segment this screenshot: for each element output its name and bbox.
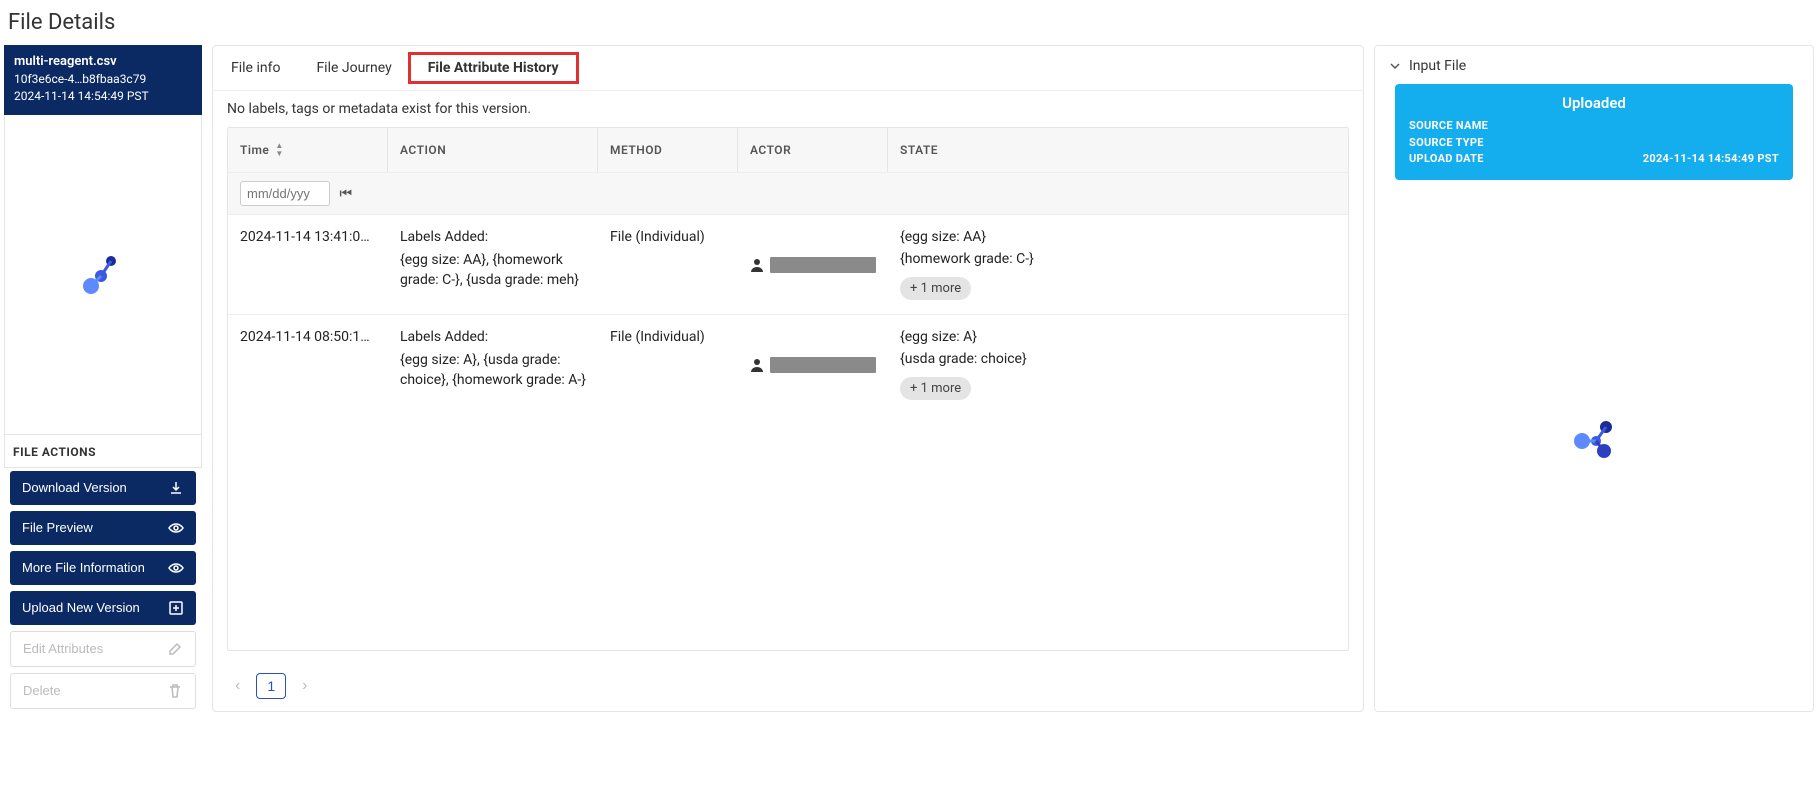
sidebar: multi-reagent.csv 10f3e6ce-4…b8fbaa3c79 … [4,45,202,712]
app-logo-icon [75,246,131,302]
actor-redacted [770,357,876,373]
cell-time: 2024-11-14 13:41:0… [228,229,388,300]
time-filter-input[interactable] [240,181,330,206]
chevron-down-icon [1389,60,1401,72]
main-panel: File info File Journey File Attribute Hi… [212,45,1364,712]
edit-icon [167,641,183,657]
right-logo-area [1389,180,1799,699]
more-states-pill[interactable]: + 1 more [900,377,971,400]
file-actions-header: FILE ACTIONS [4,435,202,468]
file-name: multi-reagent.csv [14,53,192,71]
app-logo-icon [1566,411,1622,467]
upload-new-version-button[interactable]: Upload New Version [10,591,196,625]
edit-attributes-button: Edit Attributes [10,631,196,667]
cell-method: File (Individual) [598,329,738,400]
eye-icon [168,520,184,536]
chevron-left-icon: ‹ [235,677,240,694]
cell-state: {egg size: AA} {homework grade: C-} + 1 … [888,229,1348,300]
eye-icon [168,560,184,576]
no-metadata-notice: No labels, tags or metadata exist for th… [213,91,1363,127]
prev-page-button[interactable]: ‹ [227,673,248,699]
person-icon [750,358,764,372]
sort-icon: ▲▼ [275,142,283,158]
tab-file-info[interactable]: File info [213,46,298,90]
more-file-information-button[interactable]: More File Information [10,551,196,585]
table-row: 2024-11-14 13:41:0… Labels Added: {egg s… [228,214,1348,314]
person-icon [750,258,764,272]
source-type-label: SOURCE TYPE [1409,135,1484,152]
clear-filter-button[interactable]: ⏮ [333,185,358,202]
chevron-right-icon: › [302,677,307,694]
upload-date-label: UPLOAD DATE [1409,151,1484,168]
tabs: File info File Journey File Attribute Hi… [213,46,1363,91]
more-states-pill[interactable]: + 1 more [900,277,971,300]
uploaded-title: Uploaded [1409,94,1779,112]
upload-date-value: 2024-11-14 14:54:49 PST [1643,151,1779,168]
uploaded-card: Uploaded SOURCE NAME SOURCE TYPE UPLOAD … [1395,84,1793,180]
tab-file-journey[interactable]: File Journey [298,46,409,90]
plus-square-icon [168,600,184,616]
pagination: ‹ 1 › [213,661,1363,711]
page-number-button[interactable]: 1 [256,673,286,699]
cell-method: File (Individual) [598,229,738,300]
cell-time: 2024-11-14 08:50:1… [228,329,388,400]
trash-icon [167,683,183,699]
history-table: Time ▲▼ ACTION METHOD ACTOR STATE ⏮ 202 [227,127,1349,651]
column-header-action[interactable]: ACTION [388,128,598,172]
file-timestamp: 2024-11-14 14:54:49 PST [14,88,192,105]
column-header-actor[interactable]: ACTOR [738,128,888,172]
cell-actor [738,329,888,400]
table-row: 2024-11-14 08:50:1… Labels Added: {egg s… [228,314,1348,414]
cell-actor [738,229,888,300]
cell-state: {egg size: A} {usda grade: choice} + 1 m… [888,329,1348,400]
file-preview-button[interactable]: File Preview [10,511,196,545]
next-page-button[interactable]: › [294,673,315,699]
download-version-button[interactable]: Download Version [10,471,196,505]
actor-redacted [770,257,876,273]
cell-action: Labels Added: {egg size: A}, {usda grade… [388,329,598,400]
logo-area [4,115,202,435]
right-panel: Input File Uploaded SOURCE NAME SOURCE T… [1374,45,1814,712]
tab-file-attribute-history[interactable]: File Attribute History [410,46,577,90]
download-icon [168,480,184,496]
column-header-time[interactable]: Time ▲▼ [228,128,388,172]
column-header-method[interactable]: METHOD [598,128,738,172]
page-title: File Details [0,0,1818,45]
column-header-state[interactable]: STATE [888,128,1348,172]
input-file-section-header[interactable]: Input File [1389,58,1799,84]
cell-action: Labels Added: {egg size: AA}, {homework … [388,229,598,300]
file-hash: 10f3e6ce-4…b8fbaa3c79 [14,71,192,88]
clear-filter-icon: ⏮ [339,185,352,201]
source-name-label: SOURCE NAME [1409,118,1488,135]
delete-button: Delete [10,673,196,709]
file-summary-card: multi-reagent.csv 10f3e6ce-4…b8fbaa3c79 … [4,45,202,115]
